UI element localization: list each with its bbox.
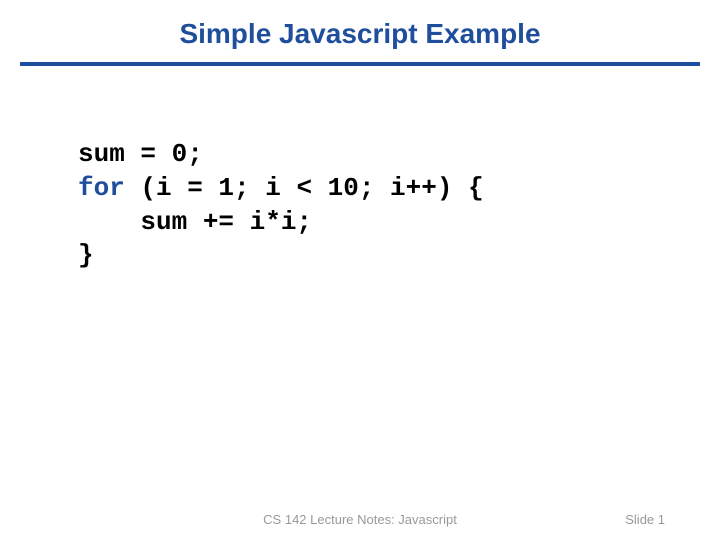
- slide-title: Simple Javascript Example: [0, 0, 720, 62]
- code-line-2-rest: (i = 1; i < 10; i++) {: [125, 173, 484, 203]
- title-rule: [20, 62, 700, 66]
- footer-slide-number: Slide 1: [625, 512, 665, 527]
- footer-notes-label: CS 142 Lecture Notes: Javascript: [0, 512, 720, 527]
- code-block: sum = 0; for (i = 1; i < 10; i++) { sum …: [78, 138, 720, 273]
- code-line-3: sum += i*i;: [78, 207, 312, 237]
- code-line-1: sum = 0;: [78, 139, 203, 169]
- code-line-4: }: [78, 240, 94, 270]
- code-keyword-for: for: [78, 173, 125, 203]
